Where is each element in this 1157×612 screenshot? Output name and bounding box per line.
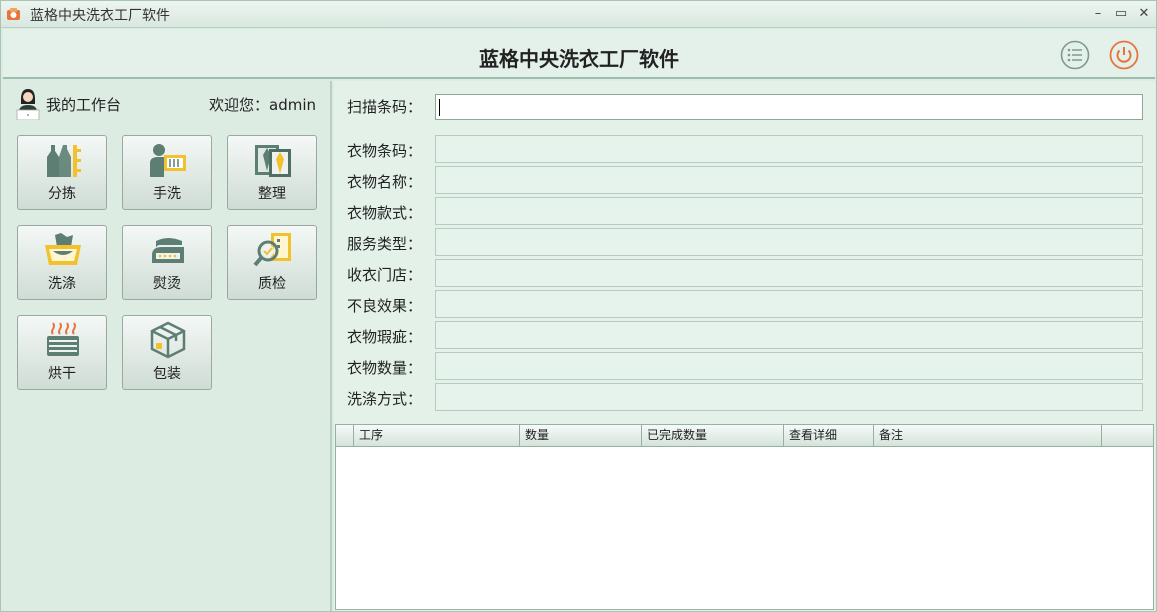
garment-style-label: 衣物款式： <box>347 204 423 222</box>
tile-washing[interactable]: 洗涤 <box>17 225 107 300</box>
welcome-text: 欢迎您：admin <box>209 96 316 114</box>
user-avatar-icon <box>16 89 40 120</box>
process-table[interactable]: 工序 数量 已完成数量 查看详细 备注 <box>335 424 1154 610</box>
table-header: 工序 数量 已完成数量 查看详细 备注 <box>336 425 1153 447</box>
tile-label: 手洗 <box>153 186 181 202</box>
service-type-label: 服务类型： <box>347 235 423 253</box>
wash-method-label: 洗涤方式： <box>347 390 423 408</box>
window-title: 蓝格中央洗衣工厂软件 <box>30 8 170 24</box>
tile-label: 包装 <box>153 366 181 382</box>
column-header-filler <box>1102 425 1153 446</box>
tile-package[interactable]: 包装 <box>122 315 212 390</box>
text-caret <box>439 99 440 116</box>
tile-label: 熨烫 <box>153 276 181 292</box>
tile-hand-wash[interactable]: 手洗 <box>122 135 212 210</box>
title-bar: 蓝格中央洗衣工厂软件 – ▭ ✕ <box>1 1 1156 28</box>
tile-tidy[interactable]: 整理 <box>227 135 317 210</box>
app-window: 蓝格中央洗衣工厂软件 – ▭ ✕ 蓝格中央洗衣工厂软件 我的工作台 欢迎您：ad… <box>0 0 1157 612</box>
service-type-field[interactable] <box>435 228 1143 256</box>
bad-effect-label: 不良效果： <box>347 297 423 315</box>
app-header: 蓝格中央洗衣工厂软件 <box>3 29 1155 79</box>
receiving-store-label: 收衣门店： <box>347 266 423 284</box>
garment-style-field[interactable] <box>435 197 1143 225</box>
dry-icon <box>47 322 79 356</box>
sidebar: 我的工作台 欢迎您：admin 分拣 手洗 整理 洗涤 熨烫 质检 烘干 包装 <box>3 81 332 611</box>
package-icon <box>150 321 186 359</box>
garment-barcode-field[interactable] <box>435 135 1143 163</box>
tile-label: 质检 <box>258 276 286 292</box>
garment-defect-field[interactable] <box>435 321 1143 349</box>
column-header-quantity[interactable]: 数量 <box>520 425 642 446</box>
tile-iron[interactable]: 熨烫 <box>122 225 212 300</box>
maximize-button[interactable]: ▭ <box>1112 5 1130 23</box>
tile-sort[interactable]: 分拣 <box>17 135 107 210</box>
page-title: 蓝格中央洗衣工厂软件 <box>479 47 679 71</box>
minimize-button[interactable]: – <box>1089 5 1107 23</box>
column-header-details[interactable]: 查看详细 <box>784 425 874 446</box>
garment-name-field[interactable] <box>435 166 1143 194</box>
receiving-store-field[interactable] <box>435 259 1143 287</box>
scan-barcode-input[interactable] <box>435 94 1143 120</box>
main-panel: 扫描条码： 衣物条码： 衣物名称： 衣物款式： 服务类型： 收衣门店： 不良效果… <box>334 81 1155 611</box>
tile-quality-check[interactable]: 质检 <box>227 225 317 300</box>
garment-barcode-label: 衣物条码： <box>347 142 423 160</box>
hand-wash-icon <box>150 144 186 177</box>
washing-icon <box>45 233 81 265</box>
power-icon[interactable] <box>1109 40 1139 70</box>
close-button[interactable]: ✕ <box>1135 5 1153 23</box>
garment-name-label: 衣物名称： <box>347 173 423 191</box>
scan-barcode-label: 扫描条码： <box>347 98 423 116</box>
garment-defect-label: 衣物瑕疵： <box>347 328 423 346</box>
tile-label: 分拣 <box>48 186 76 202</box>
wash-method-field[interactable] <box>435 383 1143 411</box>
iron-icon <box>152 238 184 263</box>
tidy-icon <box>255 145 291 177</box>
app-logo-icon <box>7 8 20 20</box>
tile-label: 洗涤 <box>48 276 76 292</box>
garment-quantity-field[interactable] <box>435 352 1143 380</box>
tile-label: 烘干 <box>48 366 76 382</box>
row-header-corner <box>336 425 354 446</box>
bad-effect-field[interactable] <box>435 290 1143 318</box>
column-header-process[interactable]: 工序 <box>354 425 520 446</box>
tile-dry[interactable]: 烘干 <box>17 315 107 390</box>
list-menu-icon[interactable] <box>1060 40 1090 70</box>
column-header-remarks[interactable]: 备注 <box>874 425 1102 446</box>
workspace-label: 我的工作台 <box>46 96 122 114</box>
column-header-completed[interactable]: 已完成数量 <box>642 425 784 446</box>
tile-label: 整理 <box>258 186 286 202</box>
sort-icon <box>47 145 81 177</box>
garment-quantity-label: 衣物数量： <box>347 359 423 377</box>
quality-check-icon <box>253 233 291 267</box>
